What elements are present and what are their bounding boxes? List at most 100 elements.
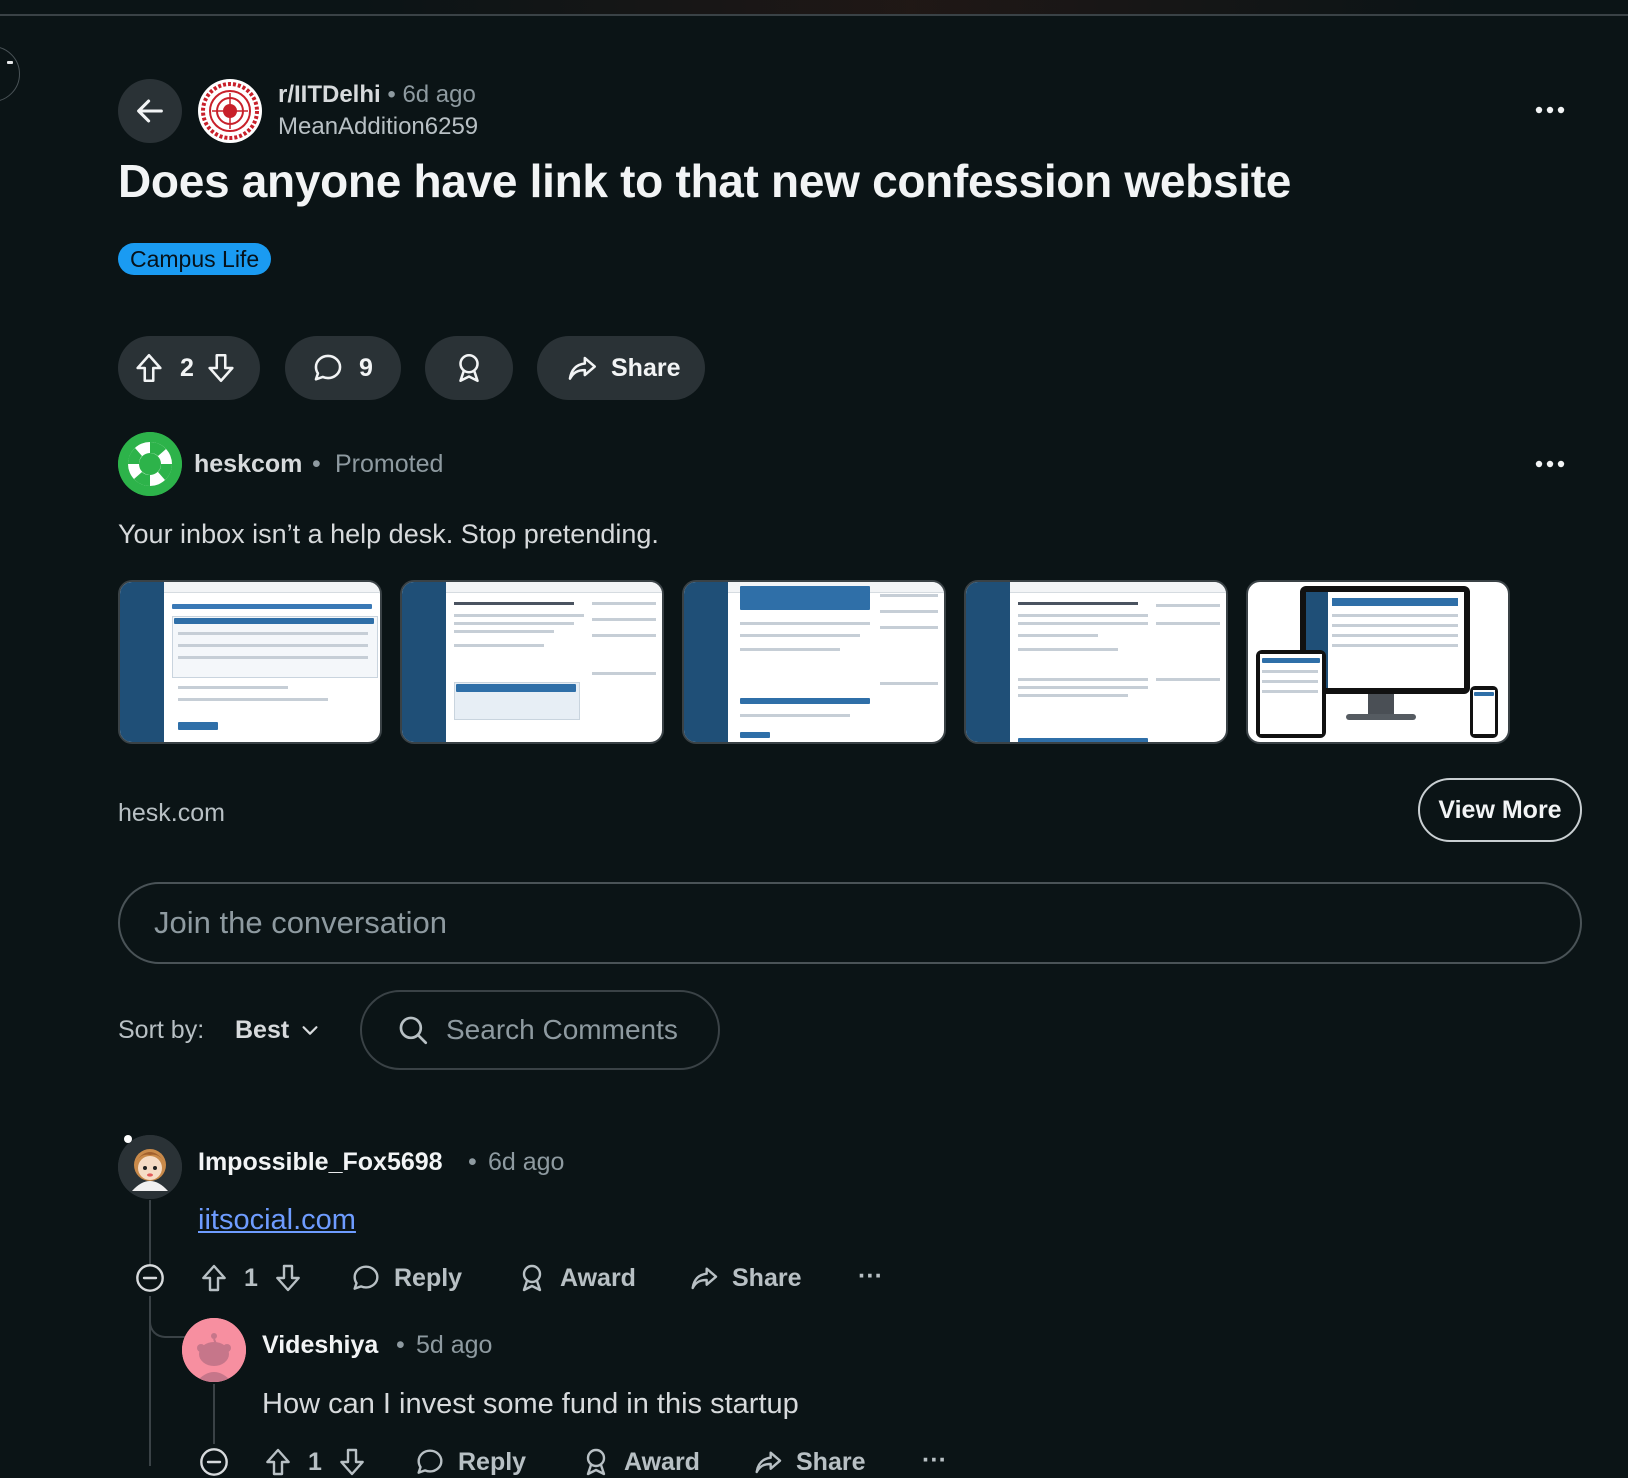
sort-label: Sort by: — [118, 1016, 205, 1044]
share-button[interactable]: Share — [537, 336, 705, 400]
upvote-button[interactable] — [132, 351, 166, 385]
comment-downvote-button[interactable] — [336, 1446, 368, 1478]
upvote-arrow-icon — [136, 353, 162, 383]
comment-separator: • — [468, 1148, 477, 1176]
back-button[interactable] — [118, 79, 182, 143]
snoo-avatar-icon — [182, 1318, 246, 1382]
top-divider — [0, 14, 1628, 16]
sidebar-menu-button[interactable] — [0, 46, 20, 102]
downvote-button[interactable] — [204, 351, 238, 385]
comment-link[interactable]: iitsocial.com — [198, 1200, 356, 1240]
reply-label: Reply — [458, 1447, 527, 1476]
post-more-button[interactable] — [1530, 95, 1570, 125]
menu-icon — [7, 61, 13, 64]
share-label: Share — [611, 353, 681, 382]
reply-label: Reply — [394, 1263, 463, 1292]
share-comment-button[interactable]: Share — [688, 1262, 801, 1294]
award-icon — [522, 1264, 542, 1292]
comment-downvote-button[interactable] — [272, 1262, 304, 1294]
post-meta: r/IITDelhi • 6d ago — [278, 78, 476, 112]
comment-age: 6d ago — [488, 1148, 565, 1176]
commenter-avatar[interactable] — [182, 1318, 246, 1382]
post-age: 6d ago — [402, 81, 476, 108]
collapse-minus-icon — [136, 1264, 164, 1292]
vote-count: 2 — [180, 353, 194, 382]
comments-button[interactable]: 9 — [285, 336, 401, 400]
arrow-left-icon — [137, 99, 163, 123]
search-comments-input[interactable]: Search Comments — [360, 990, 720, 1070]
collapse-minus-icon — [200, 1448, 228, 1476]
advertiser-avatar[interactable] — [118, 432, 182, 496]
award-label: Award — [624, 1447, 700, 1476]
vote-pill: 2 — [118, 336, 260, 400]
award-icon — [459, 353, 479, 383]
ad-thumbnail[interactable] — [400, 580, 664, 744]
post-title: Does anyone have link to that new confes… — [118, 155, 1292, 207]
comment-upvote-button[interactable] — [198, 1262, 230, 1294]
upvote-arrow-icon — [266, 1448, 290, 1476]
subreddit-name[interactable]: r/IITDelhi — [278, 81, 381, 108]
search-comments-placeholder: Search Comments — [446, 1014, 678, 1045]
top-glow — [360, 0, 1460, 14]
ad-thumbnail[interactable] — [118, 580, 382, 744]
ellipsis-icon — [1535, 460, 1565, 468]
award-label: Award — [560, 1263, 636, 1292]
comment-vote-group: 1 — [262, 1446, 368, 1478]
share-arrow-icon — [568, 356, 597, 380]
award-comment-button[interactable]: Award — [580, 1446, 700, 1478]
ellipsis-icon — [1535, 106, 1565, 114]
lifebuoy-logo-icon — [118, 432, 182, 496]
comment-author[interactable]: Impossible_Fox5698 — [198, 1145, 443, 1179]
comment-vote-group: 1 — [198, 1262, 304, 1294]
reply-button[interactable]: Reply — [350, 1262, 462, 1294]
comment-more-button[interactable]: ··· — [922, 1446, 947, 1475]
share-label: Share — [732, 1263, 802, 1292]
chevron-down-icon — [302, 1026, 318, 1035]
reply-button[interactable]: Reply — [414, 1446, 526, 1478]
commenter-avatar[interactable] — [118, 1135, 182, 1199]
subreddit-avatar[interactable] — [198, 79, 262, 143]
comment-bubble-icon — [417, 1449, 443, 1474]
upvote-arrow-icon — [202, 1264, 226, 1292]
comment-body: How can I invest some fund in this start… — [262, 1388, 799, 1420]
comment-bubble-icon — [314, 354, 342, 381]
ad-thumbnail[interactable] — [964, 580, 1228, 744]
share-arrow-icon — [691, 1267, 718, 1290]
post-flair[interactable]: Campus Life — [118, 243, 272, 275]
thread-line — [149, 1200, 151, 1266]
iit-delhi-logo-icon — [200, 81, 260, 141]
award-comment-button[interactable]: Award — [516, 1262, 636, 1294]
sort-dropdown[interactable]: Best — [235, 1013, 321, 1047]
comment-vote-count: 1 — [244, 1263, 258, 1292]
comment-upvote-button[interactable] — [262, 1446, 294, 1478]
ad-more-button[interactable] — [1530, 449, 1570, 479]
award-icon — [586, 1448, 606, 1476]
thread-line — [213, 1384, 215, 1444]
reply-connector — [149, 1296, 185, 1338]
award-button[interactable] — [425, 336, 513, 400]
collapse-thread-button[interactable] — [198, 1446, 230, 1478]
comment-author[interactable]: Videshiya — [262, 1328, 378, 1362]
ad-separator: • — [312, 450, 321, 478]
share-arrow-icon — [755, 1451, 782, 1474]
post-author[interactable]: MeanAddition6259 — [278, 110, 478, 144]
join-conversation-input[interactable]: Join the conversation — [118, 882, 1582, 964]
promoted-label: Promoted — [335, 450, 444, 478]
search-icon — [399, 1016, 428, 1045]
view-more-button[interactable]: View More — [1418, 778, 1582, 842]
downvote-arrow-icon — [276, 1264, 300, 1292]
ellipsis-icon: ··· — [922, 1446, 947, 1474]
ad-thumbnail[interactable] — [682, 580, 946, 744]
comment-separator: • — [396, 1331, 405, 1359]
sort-value: Best — [235, 1016, 290, 1044]
fox-avatar-icon — [118, 1135, 182, 1199]
advertiser-name[interactable]: heskcom — [194, 447, 302, 481]
ad-thumbnail[interactable] — [1246, 580, 1510, 744]
ad-domain[interactable]: hesk.com — [118, 796, 225, 830]
comment-more-button[interactable]: ··· — [858, 1262, 883, 1291]
comment-bubble-icon — [353, 1265, 379, 1290]
ellipsis-icon: ··· — [858, 1262, 883, 1290]
share-comment-button[interactable]: Share — [752, 1446, 865, 1478]
downvote-arrow-icon — [340, 1448, 364, 1476]
collapse-thread-button[interactable] — [134, 1262, 166, 1294]
